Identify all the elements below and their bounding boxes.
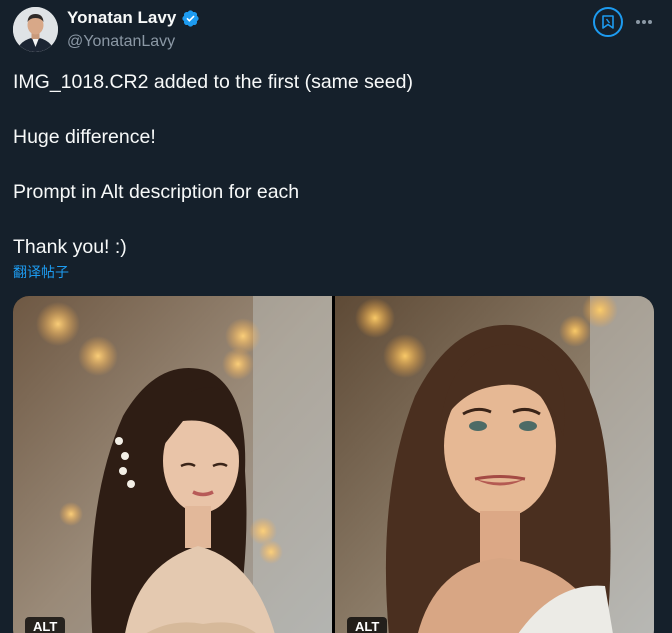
tweet-paragraph: Prompt in Alt description for each bbox=[13, 181, 300, 203]
alt-badge[interactable]: ALT bbox=[25, 617, 66, 633]
grok-button[interactable] bbox=[593, 7, 623, 37]
grok-icon bbox=[602, 15, 614, 29]
media-grid: ALT ALT bbox=[13, 296, 654, 633]
photo-1-image bbox=[13, 296, 332, 633]
translate-post-link[interactable]: 翻译帖子 bbox=[13, 262, 69, 282]
tweet-paragraph: Thank you! :) bbox=[13, 236, 127, 258]
author-display-name[interactable]: Yonatan Lavy bbox=[67, 8, 176, 28]
photo-2[interactable]: ALT bbox=[335, 296, 654, 633]
more-options-icon bbox=[636, 20, 652, 24]
tweet-paragraph: Huge difference! bbox=[13, 126, 156, 148]
avatar[interactable] bbox=[13, 7, 58, 52]
author-handle[interactable]: @YonatanLavy bbox=[67, 33, 175, 51]
alt-badge[interactable]: ALT bbox=[347, 617, 388, 633]
avatar-image bbox=[13, 7, 58, 52]
photo-2-image bbox=[335, 296, 654, 633]
tweet-card: Yonatan Lavy @YonatanLavy IMG_1018.CR2 a… bbox=[0, 0, 672, 633]
tweet-text: IMG_1018.CR2 added to the first (same se… bbox=[13, 69, 413, 289]
photo-1[interactable]: ALT bbox=[13, 296, 332, 633]
author-name-row: Yonatan Lavy bbox=[67, 8, 200, 28]
more-options-button[interactable] bbox=[630, 8, 658, 36]
tweet-paragraph: IMG_1018.CR2 added to the first (same se… bbox=[13, 71, 413, 93]
verified-badge-icon bbox=[182, 9, 199, 27]
